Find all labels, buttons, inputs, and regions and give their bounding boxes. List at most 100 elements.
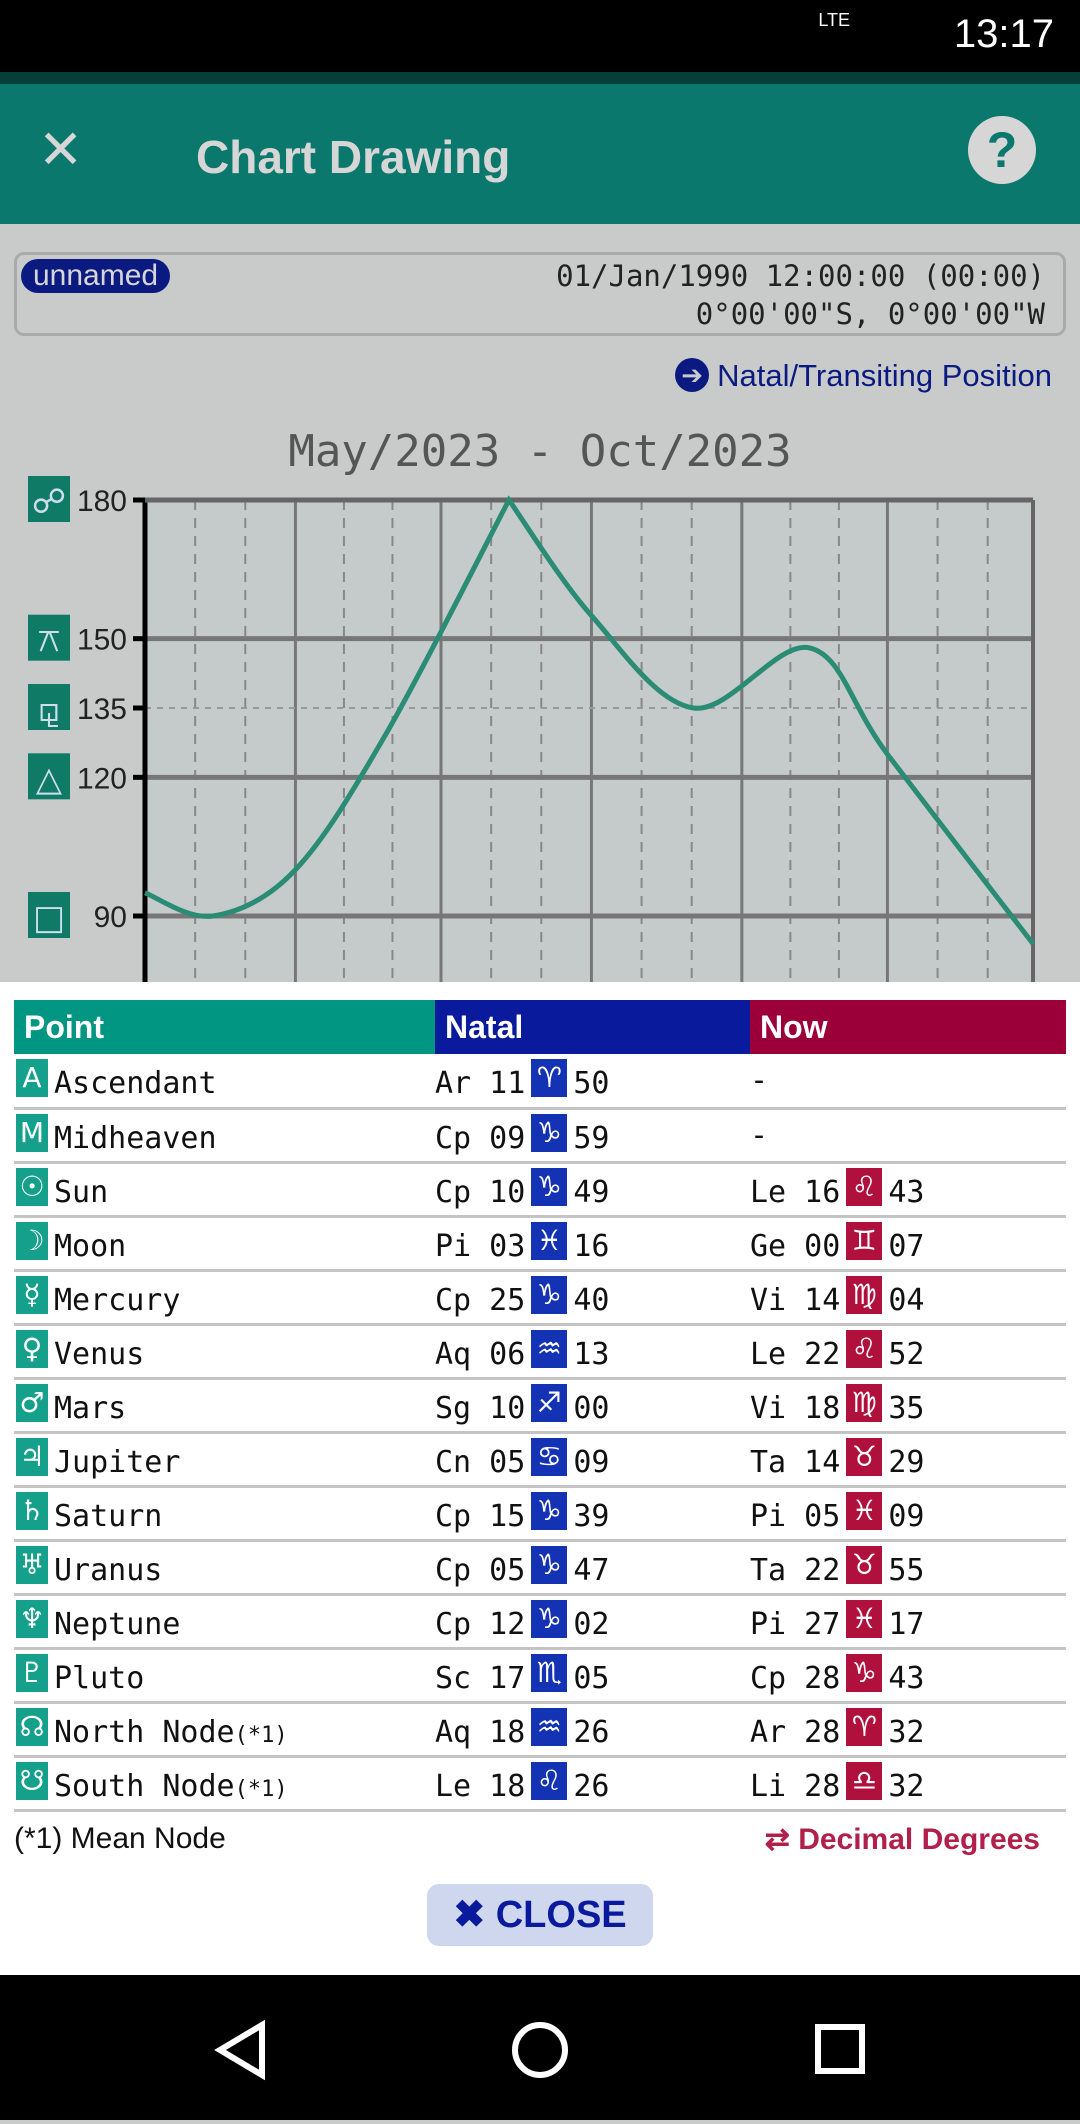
positions-table: Point Natal Now A Ascendant Ar 11 ♈ 50- M Midh… <box>14 1000 1066 1812</box>
decimal-degrees-toggle[interactable]: ⇄ Decimal Degrees <box>765 1822 1040 1857</box>
chart-name-badge: unnamed <box>21 259 171 293</box>
status-bar: LTE 13:17 <box>0 0 1080 72</box>
zodiac-sign-icon: ♋ <box>531 1438 568 1476</box>
zodiac-sign-icon: ♒ <box>531 1330 568 1368</box>
table-row: ☋ South Node(*1) Le 18 ♌ 26 Li 28 ♎ 32 <box>14 1756 1066 1812</box>
note-ref: (*1) <box>234 1723 288 1748</box>
chart-info: unnamed 01/Jan/1990 12:00:00 (00:00) 0°0… <box>14 252 1066 336</box>
point-cell: M Midheaven <box>14 1108 435 1164</box>
now-cell: Li 28 ♎ 32 <box>750 1756 1066 1812</box>
planet-icon: ♂ <box>16 1384 48 1422</box>
zodiac-sign-icon: ♐ <box>531 1384 568 1422</box>
now-cell: Ge 00 ♊ 07 <box>750 1216 1066 1272</box>
square-icon-glyph: □ <box>33 898 65 938</box>
point-cell: ☊ North Node(*1) <box>14 1702 435 1758</box>
y-tick-label: 135 <box>77 693 127 726</box>
point-cell: ☽ Moon <box>14 1216 435 1272</box>
table-row: ♅ Uranus Cp 05 ♑ 47 Ta 22 ♉ 55 <box>14 1540 1066 1596</box>
planet-icon: ☊ <box>16 1708 48 1746</box>
y-tick-label: 90 <box>94 901 127 934</box>
now-cell: Ar 28 ♈ 32 <box>750 1702 1066 1758</box>
point-cell: ♄ Saturn <box>14 1486 435 1542</box>
note-ref: (*1) <box>234 1777 288 1802</box>
now-cell: Cp 28 ♑ 43 <box>750 1648 1066 1704</box>
table-row: ☽ Moon Pi 03 ♓ 16 Ge 00 ♊ 07 <box>14 1216 1066 1272</box>
planet-icon: ☽ <box>16 1222 48 1260</box>
zodiac-sign-icon: ♑ <box>531 1276 568 1314</box>
now-cell: Ta 22 ♉ 55 <box>750 1540 1066 1596</box>
y-tick-label: 120 <box>77 762 127 795</box>
zodiac-sign-icon: ♉ <box>846 1546 883 1584</box>
table-row: ♀ Venus Aq 06 ♒ 13 Le 22 ♌ 52 <box>14 1324 1066 1380</box>
now-cell: Ta 14 ♉ 29 <box>750 1432 1066 1488</box>
table-row: ♄ Saturn Cp 15 ♑ 39 Pi 05 ♓ 09 <box>14 1486 1066 1542</box>
table-row: ♇ Pluto Sc 17 ♏ 05 Cp 28 ♑ 43 <box>14 1648 1066 1704</box>
zodiac-sign-icon: ♊ <box>846 1222 883 1260</box>
header-point: Point <box>14 1000 435 1054</box>
zodiac-sign-icon: ♌ <box>846 1168 883 1206</box>
point-cell: ♀ Venus <box>14 1324 435 1380</box>
table-row: ♂ Mars Sg 10 ♐ 00 Vi 18 ♍ 35 <box>14 1378 1066 1434</box>
now-cell: Le 16 ♌ 43 <box>750 1162 1066 1218</box>
point-cell: ☉ Sun <box>14 1162 435 1218</box>
natal-cell: Cp 10 ♑ 49 <box>435 1162 750 1218</box>
y-tick-label: 180 <box>77 485 127 518</box>
natal-transiting-link[interactable]: ➔ Natal/Transiting Position <box>675 358 1052 394</box>
now-cell: Vi 14 ♍ 04 <box>750 1270 1066 1326</box>
now-cell: Le 22 ♌ 52 <box>750 1324 1066 1380</box>
table-row: ☉ Sun Cp 10 ♑ 49 Le 16 ♌ 43 <box>14 1162 1066 1218</box>
table-row: ♃ Jupiter Cn 05 ♋ 09 Ta 14 ♉ 29 <box>14 1432 1066 1488</box>
chart-title: May/2023 - Oct/2023 <box>288 426 791 477</box>
aspect-chart: 180 ☍ 150 ⚻ 135 ⚼ 120 △ 90 □ May/2023 - Oct/2023 <box>28 426 1035 982</box>
recents-icon[interactable] <box>815 2024 865 2074</box>
network-type: LTE <box>818 10 850 30</box>
natal-cell: Ar 11 ♈ 50 <box>435 1054 750 1110</box>
point-cell: ☿ Mercury <box>14 1270 435 1326</box>
zodiac-sign-icon: ♑ <box>531 1546 568 1584</box>
planet-icon: ♀ <box>16 1330 48 1368</box>
birth-position: 0°00'00"S, 0°00'00"W <box>695 297 1045 331</box>
zodiac-sign-icon: ♑ <box>531 1114 568 1152</box>
table-row: M Midheaven Cp 09 ♑ 59- <box>14 1108 1066 1164</box>
natal-cell: Aq 18 ♒ 26 <box>435 1702 750 1758</box>
back-icon[interactable] <box>214 2019 265 2081</box>
now-cell: Pi 27 ♓ 17 <box>750 1594 1066 1650</box>
planet-icon: A <box>16 1059 48 1098</box>
now-cell: Pi 05 ♓ 09 <box>750 1486 1066 1542</box>
zodiac-sign-icon: ♌ <box>531 1762 568 1800</box>
natal-cell: Cp 15 ♑ 39 <box>435 1486 750 1542</box>
zodiac-sign-icon: ♍ <box>846 1384 883 1422</box>
zodiac-sign-icon: ♑ <box>846 1654 883 1692</box>
point-cell: A Ascendant <box>14 1054 435 1110</box>
point-cell: ☋ South Node(*1) <box>14 1756 435 1812</box>
zodiac-sign-icon: ♌ <box>846 1330 883 1368</box>
help-icon[interactable]: ? <box>968 116 1036 184</box>
table-row: ♆ Neptune Cp 12 ♑ 02 Pi 27 ♓ 17 <box>14 1594 1066 1650</box>
opposition-icon-glyph: ☍ <box>32 482 66 522</box>
point-cell: ♅ Uranus <box>14 1540 435 1596</box>
close-icon[interactable]: ✕ <box>38 118 83 181</box>
planet-icon: ♅ <box>16 1546 48 1584</box>
birth-datetime: 01/Jan/1990 12:00:00 (00:00) <box>556 259 1045 293</box>
zodiac-sign-icon: ♑ <box>531 1168 568 1206</box>
arrow-right-icon: ➔ <box>675 358 710 392</box>
point-cell: ♂ Mars <box>14 1378 435 1434</box>
natal-cell: Cn 05 ♋ 09 <box>435 1432 750 1488</box>
zodiac-sign-icon: ♓ <box>846 1492 883 1530</box>
home-icon[interactable] <box>512 2022 568 2078</box>
table-row: ☿ Mercury Cp 25 ♑ 40 Vi 14 ♍ 04 <box>14 1270 1066 1326</box>
natal-cell: Sc 17 ♏ 05 <box>435 1648 750 1704</box>
table-row: A Ascendant Ar 11 ♈ 50- <box>14 1054 1066 1110</box>
trine-icon-glyph: △ <box>36 759 63 799</box>
point-cell: ♆ Neptune <box>14 1594 435 1650</box>
planet-icon: ♆ <box>16 1600 48 1638</box>
planet-icon: ☉ <box>16 1168 48 1206</box>
zodiac-sign-icon: ♑ <box>531 1492 568 1530</box>
zodiac-sign-icon: ♑ <box>531 1600 568 1638</box>
close-button[interactable]: ✖ CLOSE <box>427 1884 653 1946</box>
natal-cell: Cp 25 ♑ 40 <box>435 1270 750 1326</box>
zodiac-sign-icon: ♈ <box>531 1059 568 1098</box>
positions-dialog: Point Natal Now A Ascendant Ar 11 ♈ 50- M Midh… <box>0 982 1080 1975</box>
mean-node-note: (*1) Mean Node <box>14 1822 226 1855</box>
natal-cell: Le 18 ♌ 26 <box>435 1756 750 1812</box>
